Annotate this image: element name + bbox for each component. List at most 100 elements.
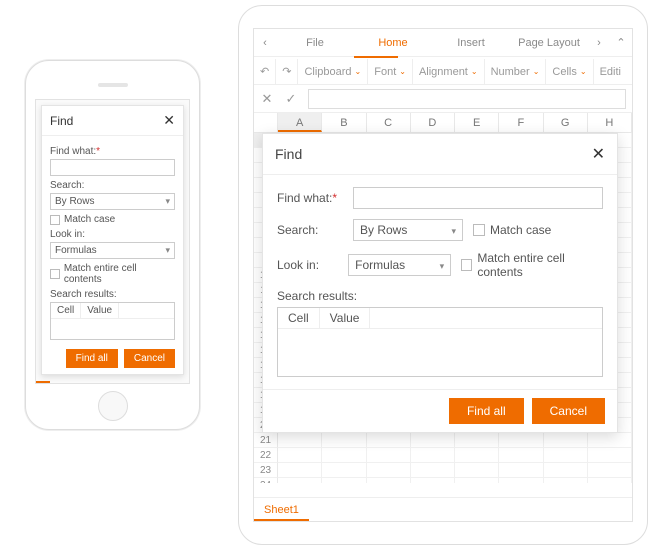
tab-page-layout[interactable]: Page Layout [510, 37, 588, 49]
chevron-down-icon [165, 245, 170, 256]
cell[interactable] [278, 433, 322, 447]
cell[interactable] [411, 433, 455, 447]
chevron-down-icon: ⌄ [471, 67, 478, 76]
tab-home[interactable]: Home [354, 37, 432, 49]
find-what-input[interactable] [353, 187, 603, 209]
cell[interactable] [411, 448, 455, 462]
cell[interactable] [367, 433, 411, 447]
cell[interactable] [322, 463, 366, 477]
font-group[interactable]: Font⌄ [368, 59, 413, 84]
column-header[interactable]: F [499, 113, 543, 132]
chevron-down-icon: ⌄ [533, 67, 540, 76]
undo-button[interactable]: ↶ [254, 59, 276, 84]
tablet-screen: ‹ File Home Insert Page Layout › ⌃ ↶ ↷ C… [253, 28, 633, 522]
cell[interactable] [455, 463, 499, 477]
search-dropdown[interactable]: By Rows [353, 219, 463, 241]
chevron-down-icon [440, 258, 445, 272]
results-label: Search results: [277, 289, 603, 303]
cell[interactable] [367, 463, 411, 477]
cell[interactable] [588, 463, 632, 477]
cell[interactable] [322, 433, 366, 447]
ribbon-toolbar: ↶ ↷ Clipboard⌄ Font⌄ Alignment⌄ Number⌄ … [254, 59, 632, 85]
match-case-checkbox[interactable]: Match case [473, 223, 551, 237]
clipboard-group[interactable]: Clipboard⌄ [298, 59, 368, 84]
results-header: Cell Value [278, 308, 602, 329]
close-icon[interactable]: ✕ [592, 144, 605, 164]
cancel-button[interactable]: Cancel [532, 398, 605, 424]
formula-cancel-icon[interactable]: ✕ [260, 91, 274, 107]
dialog-body: Find what:* Search: By Rows Match case L… [42, 136, 183, 343]
match-entire-checkbox[interactable]: Match entire cell contents [50, 263, 175, 285]
cell[interactable] [499, 448, 543, 462]
tab-insert[interactable]: Insert [432, 37, 510, 49]
column-header[interactable]: G [544, 113, 588, 132]
look-in-dropdown[interactable]: Formulas [50, 242, 175, 259]
cell[interactable] [411, 478, 455, 483]
find-what-label: Find what:* [277, 191, 343, 205]
search-dropdown[interactable]: By Rows [50, 193, 175, 210]
cell[interactable] [588, 433, 632, 447]
cell[interactable] [544, 433, 588, 447]
row-header[interactable]: 23 [254, 463, 278, 478]
match-case-checkbox[interactable]: Match case [50, 214, 175, 225]
formula-input[interactable] [308, 89, 626, 109]
look-in-label: Look in: [50, 229, 175, 240]
tablet-frame: ‹ File Home Insert Page Layout › ⌃ ↶ ↷ C… [238, 5, 648, 545]
cancel-button[interactable]: Cancel [124, 349, 175, 368]
cell[interactable] [278, 463, 322, 477]
column-header[interactable]: C [367, 113, 411, 132]
column-header[interactable]: H [588, 113, 632, 132]
formula-accept-icon[interactable]: ✓ [284, 91, 298, 107]
cell[interactable] [411, 463, 455, 477]
row-cells [278, 433, 632, 448]
find-what-input[interactable] [50, 159, 175, 176]
cell[interactable] [499, 463, 543, 477]
row-header[interactable]: 22 [254, 448, 278, 463]
cell[interactable] [544, 478, 588, 483]
cell[interactable] [544, 448, 588, 462]
cells-group[interactable]: Cells⌄ [546, 59, 593, 84]
tab-file[interactable]: File [276, 37, 354, 49]
find-all-button[interactable]: Find all [449, 398, 524, 424]
formula-bar: ✕ ✓ [254, 85, 632, 113]
cell[interactable] [455, 478, 499, 483]
close-icon[interactable]: ✕ [163, 112, 175, 129]
number-group[interactable]: Number⌄ [485, 59, 547, 84]
sheet-tab-strip: Sheet1 [254, 497, 632, 521]
column-header[interactable]: A [278, 113, 322, 132]
row-header[interactable]: 24 [254, 478, 278, 483]
column-header[interactable]: B [322, 113, 366, 132]
dialog-footer: Find all Cancel [263, 389, 617, 432]
results-label: Search results: [50, 289, 175, 300]
alignment-group[interactable]: Alignment⌄ [413, 59, 485, 84]
cell[interactable] [455, 433, 499, 447]
column-header[interactable]: D [411, 113, 455, 132]
cell[interactable] [278, 448, 322, 462]
cell[interactable] [367, 478, 411, 483]
sheet-tab[interactable]: Sheet1 [254, 501, 309, 521]
look-in-dropdown[interactable]: Formulas [348, 254, 451, 276]
cell[interactable] [322, 448, 366, 462]
cell[interactable] [499, 433, 543, 447]
cell[interactable] [588, 478, 632, 483]
cell[interactable] [499, 478, 543, 483]
cell[interactable] [367, 448, 411, 462]
column-header[interactable]: E [455, 113, 499, 132]
results-col-cell: Cell [278, 308, 320, 328]
cell[interactable] [588, 448, 632, 462]
cell[interactable] [278, 478, 322, 483]
cell[interactable] [322, 478, 366, 483]
match-entire-checkbox[interactable]: Match entire cell contents [461, 251, 603, 279]
phone-home-button[interactable] [98, 391, 128, 421]
row-header[interactable]: 21 [254, 433, 278, 448]
checkbox-icon [473, 224, 485, 236]
editing-group[interactable]: Editi [594, 59, 627, 84]
find-all-button[interactable]: Find all [66, 349, 118, 368]
redo-button[interactable]: ↷ [276, 59, 298, 84]
select-all-corner[interactable] [254, 113, 278, 132]
ribbon-collapse-icon[interactable]: ⌃ [610, 36, 632, 49]
tabs-prev-icon[interactable]: ‹ [254, 37, 276, 49]
tabs-next-icon[interactable]: › [588, 37, 610, 49]
cell[interactable] [544, 463, 588, 477]
cell[interactable] [455, 448, 499, 462]
